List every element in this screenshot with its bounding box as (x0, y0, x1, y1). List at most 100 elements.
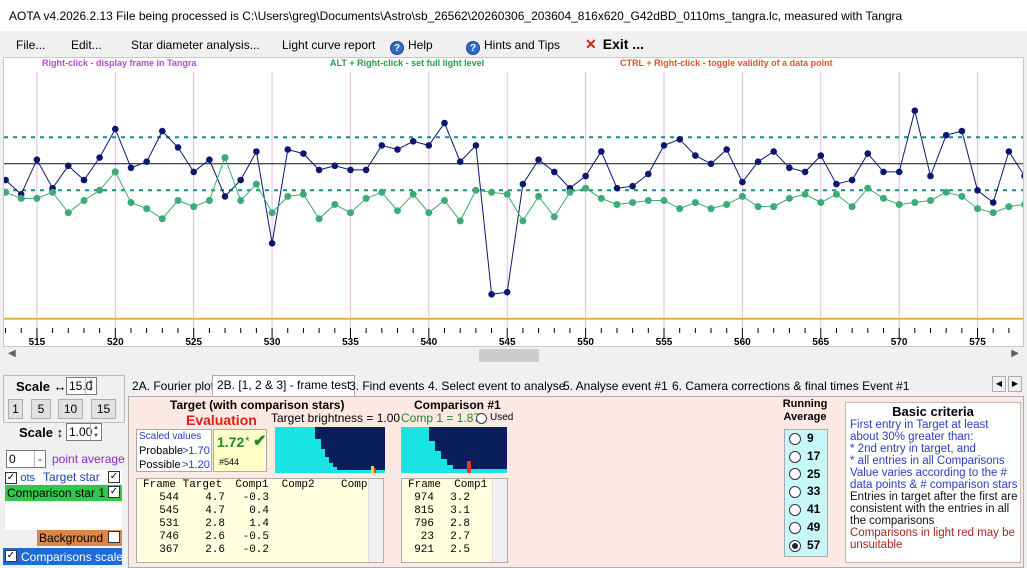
data-point[interactable] (770, 203, 778, 211)
radio-icon[interactable] (789, 504, 801, 517)
data-point[interactable] (174, 144, 182, 151)
background-row[interactable]: Background (37, 530, 122, 546)
tab-find-events[interactable]: 3. Find events (345, 377, 428, 396)
data-point[interactable] (613, 201, 621, 208)
menu-exit[interactable]: ✕ Exit ... (585, 36, 644, 53)
table-row[interactable]: 531 2.8 1.4 (137, 518, 383, 531)
data-point[interactable] (503, 190, 511, 198)
data-point[interactable] (848, 203, 856, 211)
scale-button-1[interactable]: 1 (8, 399, 23, 419)
data-point[interactable] (676, 205, 684, 213)
data-point[interactable] (96, 186, 104, 194)
data-point[interactable] (378, 142, 386, 149)
data-point[interactable] (770, 148, 777, 155)
data-point[interactable] (738, 192, 746, 200)
spin-arrows-icon[interactable]: ▲ ▼ (85, 378, 96, 394)
data-point[interactable] (143, 205, 151, 213)
radio-icon[interactable] (789, 539, 801, 552)
data-point[interactable] (33, 194, 41, 202)
data-point[interactable] (535, 156, 542, 163)
data-point[interactable] (221, 154, 229, 162)
scale-v-input[interactable]: 1.00 ▲ ▼ (66, 423, 102, 441)
tab-fourier[interactable]: 2A. Fourier plot (128, 377, 218, 396)
running-average-option[interactable]: 57 (785, 537, 827, 555)
data-point[interactable] (629, 199, 637, 206)
data-point[interactable] (927, 197, 934, 204)
target-table-scrollbar[interactable] (368, 479, 383, 562)
data-point[interactable] (127, 199, 135, 206)
data-point[interactable] (723, 146, 730, 153)
data-point[interactable] (582, 172, 589, 180)
data-point[interactable] (17, 194, 25, 202)
data-point[interactable] (4, 188, 10, 196)
comparison-star-row[interactable]: Comparison star 1 ✓ (5, 485, 122, 501)
scale-button-15[interactable]: 15 (91, 399, 116, 419)
table-row[interactable]: 367 2.6 -0.2 (137, 544, 383, 557)
data-point[interactable] (785, 194, 793, 202)
data-point[interactable] (974, 187, 981, 194)
data-point[interactable] (911, 199, 919, 206)
data-point[interactable] (519, 180, 527, 188)
data-point[interactable] (158, 215, 166, 223)
tab-analyse-event[interactable]: 5. Analyse event #1 (559, 377, 672, 396)
menu-edit[interactable]: Edit... (71, 38, 102, 52)
data-point[interactable] (739, 178, 746, 186)
data-point[interactable] (472, 142, 480, 149)
data-point[interactable] (692, 152, 699, 159)
data-point[interactable] (268, 240, 276, 247)
table-row[interactable]: 545 4.7 0.4 (137, 505, 383, 518)
data-point[interactable] (331, 162, 339, 170)
data-point[interactable] (535, 192, 543, 200)
target-star-row[interactable]: ✓ ots Target star ✓ (5, 470, 122, 484)
data-point[interactable] (942, 131, 950, 139)
scroll-left-icon[interactable]: ◀ (8, 348, 16, 359)
data-point[interactable] (268, 209, 276, 217)
data-point[interactable] (989, 199, 997, 206)
scale-h-input[interactable]: 15.0 ▲ ▼ (66, 377, 97, 395)
data-point[interactable] (237, 197, 245, 204)
data-point[interactable] (864, 150, 872, 157)
scroll-right-icon[interactable]: ▶ (1011, 348, 1019, 359)
comparison-star-checkbox[interactable]: ✓ (108, 486, 120, 498)
data-point[interactable] (441, 197, 448, 204)
menu-hints[interactable]: ? Hints and Tips (466, 38, 560, 55)
data-point[interactable] (582, 184, 590, 192)
data-point[interactable] (80, 176, 88, 184)
data-point[interactable] (707, 205, 715, 213)
data-point[interactable] (864, 184, 872, 192)
data-point[interactable] (1021, 173, 1023, 180)
data-point[interactable] (347, 166, 354, 174)
data-point[interactable] (754, 203, 762, 211)
average-select[interactable]: 0 ⌄ (6, 450, 46, 468)
data-point[interactable] (691, 199, 699, 206)
data-point[interactable] (347, 209, 354, 217)
data-point[interactable] (205, 197, 213, 204)
data-point[interactable] (284, 146, 292, 153)
data-point[interactable] (801, 168, 809, 176)
radio-icon[interactable] (789, 486, 801, 499)
data-point[interactable] (644, 197, 652, 204)
data-point[interactable] (645, 170, 652, 178)
data-point[interactable] (503, 288, 511, 296)
data-point[interactable] (112, 125, 119, 133)
data-point[interactable] (801, 190, 809, 198)
radio-icon[interactable] (789, 432, 801, 445)
data-point[interactable] (989, 209, 997, 217)
data-point[interactable] (299, 190, 307, 198)
data-point[interactable] (65, 162, 72, 170)
data-point[interactable] (80, 197, 88, 204)
data-point[interactable] (629, 182, 636, 190)
spin-arrows-icon[interactable]: ▲ ▼ (90, 424, 101, 440)
data-point[interactable] (315, 166, 323, 174)
data-point[interactable] (660, 142, 668, 149)
data-point[interactable] (221, 193, 229, 200)
data-point[interactable] (519, 217, 527, 225)
table-row[interactable]: 544 4.7 -0.3 (137, 492, 383, 505)
data-point[interactable] (409, 190, 417, 198)
data-point[interactable] (754, 158, 762, 165)
data-point[interactable] (927, 172, 934, 180)
comparisons-scaled-row[interactable]: ✓ Comparisons scaled (3, 548, 122, 565)
data-point[interactable] (441, 119, 448, 127)
data-point[interactable] (1005, 148, 1013, 155)
data-point[interactable] (362, 166, 370, 174)
